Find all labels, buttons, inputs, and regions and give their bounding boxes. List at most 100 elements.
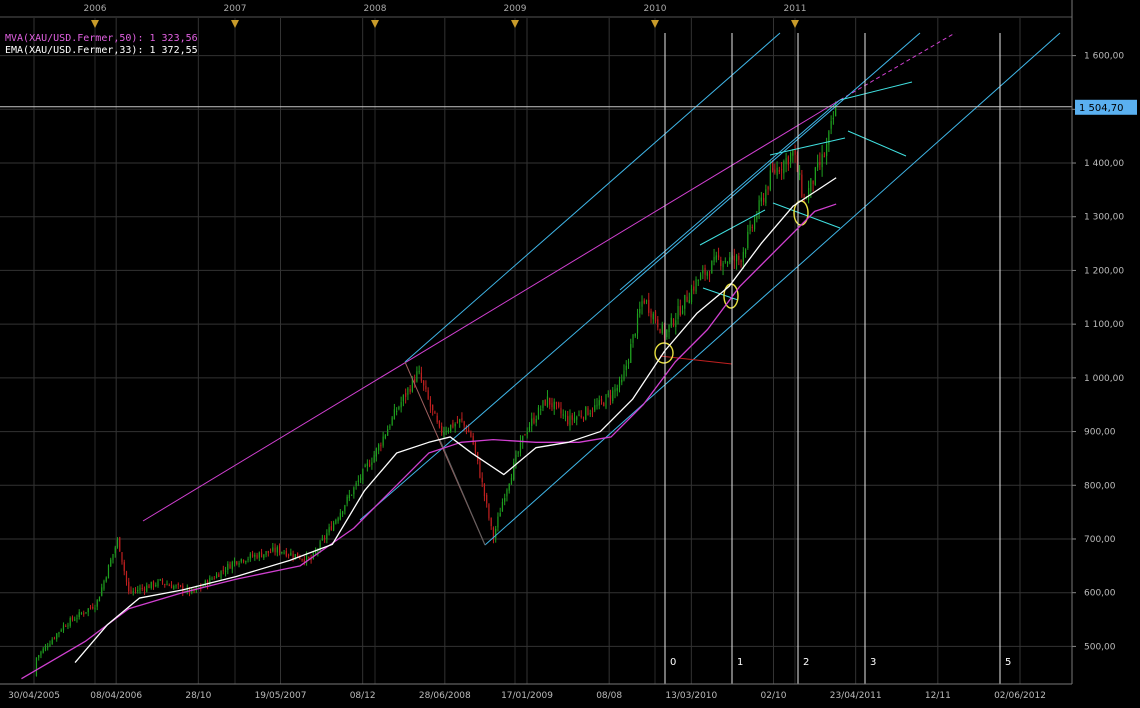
x-tick-label: 28/10 [185,691,211,701]
candle-body [697,279,699,281]
candle-body [393,409,395,420]
candle-body [553,401,555,409]
cyan-mark [769,137,846,156]
candle-body [119,537,121,552]
candle-body [720,259,722,266]
candle-body [744,249,747,255]
year-marker-icon [791,20,799,28]
candle-body [375,448,377,457]
candle-body [526,432,528,435]
candle-body [648,299,650,313]
drawing-overlays: 0 1 2 3 5 [0,32,1072,684]
candle-body [177,584,179,586]
candle-body [666,329,668,338]
candle-body [524,434,526,436]
candle-body [161,579,164,583]
candle-body [330,526,332,531]
candle-body [110,559,112,567]
candle-body [616,387,618,391]
candle-body [546,396,549,407]
candle-body [738,255,740,260]
candle-body [222,570,224,572]
candle-body [762,197,765,202]
candle-body [303,559,305,562]
candle-body [571,415,573,420]
chart-canvas[interactable]: 2006 2007 2008 2009 2010 2011 0 1 2 3 5 500,00 600… [0,0,1140,708]
candle-body [51,639,53,644]
x-tick-label: 08/08 [596,691,622,701]
candle-body [695,279,697,292]
candle-body [369,464,371,467]
candle-body [735,255,738,262]
candle-body [645,300,648,302]
candle-body [353,487,355,495]
candle-body [256,554,258,559]
cycle-label: 0 [670,657,676,668]
candle-body [533,417,535,423]
candle-body [515,454,517,464]
candle-body [544,399,546,406]
candle-body [461,418,463,421]
candle-body [591,411,594,413]
y-tick-label: 1 100,00 [1084,320,1124,330]
candle-body [204,580,206,586]
candle-body [60,630,62,632]
candle-body [182,585,184,592]
candle-body [564,415,567,417]
candle-body [623,370,625,380]
candle-body [456,421,459,423]
candle-body [769,170,771,190]
candle-body [542,400,544,408]
candle-body [389,426,391,428]
candle-body [278,546,281,553]
candle-body [733,255,735,261]
candle-body [139,587,141,591]
candle-body [299,557,301,559]
candle-body [562,414,564,416]
candle-body [681,310,684,314]
candle-body [249,553,251,559]
candle-body [569,415,571,426]
y-tick-label: 600,00 [1084,589,1116,599]
candle-body [823,156,825,158]
candle-body [490,518,492,527]
x-tick-label: 02/10 [761,691,787,701]
candle-body [251,554,254,557]
candle-body [94,607,96,610]
candle-body [179,585,182,587]
mva-line [21,203,837,680]
mva-indicator-label: MVA(XAU/USD.Fermer,50): 1 323,56 [5,33,198,44]
candle-body [808,188,810,201]
candle-body [596,404,598,407]
candle-body [346,496,348,504]
candle-body [76,617,78,619]
candle-body [283,552,285,554]
candle-body [551,403,553,408]
candle-body [276,547,278,553]
candle-body [202,585,204,587]
candle-body [468,430,470,433]
candle-body [71,617,74,620]
candle-body [702,270,704,274]
candle-body [141,587,143,589]
candle-body [587,408,589,416]
candle-body [625,365,627,370]
candle-body [589,413,591,415]
candle-body [801,174,803,197]
cyan-mark [847,130,907,157]
candle-body [555,401,558,404]
candle-body [285,550,287,557]
candle-body [614,389,616,392]
candle-body [366,463,368,467]
x-tick-label: 17/01/2009 [501,691,553,701]
y-tick-label: 1 000,00 [1084,374,1124,384]
candle-body [573,417,576,422]
candle-body [742,252,744,262]
candle-body [603,403,605,407]
candle-body [402,394,404,402]
candle-body [501,501,504,512]
candle-body [47,646,49,648]
gold-price-chart[interactable]: 2006 2007 2008 2009 2010 2011 0 1 2 3 5 500,00 600… [0,0,1140,708]
year-label: 2007 [224,4,247,14]
candle-body [630,344,632,363]
